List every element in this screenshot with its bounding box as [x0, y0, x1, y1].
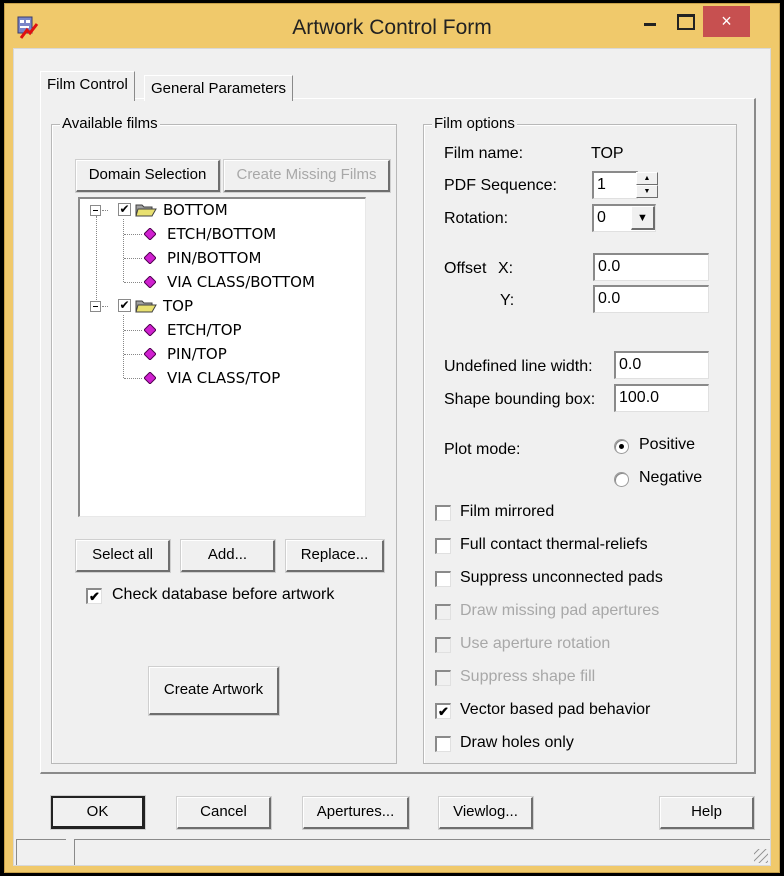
film-layer-icon — [144, 348, 156, 360]
full-contact-thermal-reliefs-label: Full contact thermal-reliefs — [460, 536, 648, 553]
tree-leaf[interactable]: VIA CLASS/TOP — [80, 367, 360, 389]
plot-mode-positive-label: Positive — [639, 436, 696, 453]
tree-checkbox-bottom[interactable]: ✔ — [118, 203, 131, 216]
check-database-label: Check database before artwork — [112, 586, 335, 603]
minimize-button[interactable] — [631, 4, 671, 36]
collapse-icon[interactable] — [90, 301, 101, 312]
tree-label: BOTTOM — [163, 201, 228, 219]
status-pane-main — [74, 839, 770, 865]
tree-label: PIN/TOP — [167, 345, 227, 363]
film-layer-icon — [144, 228, 156, 240]
offset-label: Offset — [444, 260, 487, 277]
status-bar — [14, 837, 770, 865]
tree-label: PIN/BOTTOM — [167, 249, 262, 267]
plot-mode-positive-radio[interactable] — [614, 439, 629, 454]
film-tree[interactable]: ✔ BOTTOM ETCH/BOTTOM PIN/BOTTOM VIA CLAS… — [78, 197, 366, 517]
film-control-panel: Available films Domain Selection Create … — [40, 98, 756, 774]
full-contact-thermal-reliefs-checkbox[interactable] — [435, 538, 451, 554]
tree-label: TOP — [163, 297, 194, 315]
tree-node-bottom[interactable]: ✔ BOTTOM — [80, 199, 360, 221]
open-folder-icon — [135, 204, 157, 217]
tree-leaf[interactable]: ETCH/TOP — [80, 319, 360, 341]
film-layer-icon — [144, 276, 156, 288]
film-layer-icon — [144, 372, 156, 384]
artwork-control-window: Artwork Control Form × Film Control Gene… — [4, 3, 780, 873]
close-icon: × — [721, 11, 732, 31]
tree-label: VIA CLASS/BOTTOM — [167, 273, 315, 291]
ok-button[interactable]: OK — [51, 796, 145, 829]
close-button[interactable]: × — [703, 6, 750, 37]
undefined-line-width-label: Undefined line width: — [444, 358, 593, 375]
tree-label: ETCH/TOP — [167, 321, 242, 339]
film-options-label: Film options — [432, 115, 517, 132]
pdf-sequence-input[interactable]: 1 — [592, 171, 638, 199]
dialog-client-area: Film Control General Parameters Availabl… — [13, 48, 771, 866]
shape-bounding-box-label: Shape bounding box: — [444, 391, 596, 408]
tree-checkbox-top[interactable]: ✔ — [118, 299, 131, 312]
film-options-group: Film options Film name: TOP PDF Sequence… — [423, 115, 737, 764]
vector-based-pad-behavior-label: Vector based pad behavior — [460, 701, 651, 718]
create-artwork-button[interactable]: Create Artwork — [149, 667, 279, 715]
film-mirrored-checkbox[interactable] — [435, 505, 451, 521]
offset-y-input[interactable]: 0.0 — [593, 285, 709, 313]
tab-general-parameters[interactable]: General Parameters — [144, 75, 294, 101]
status-pane-left — [16, 839, 66, 865]
film-layer-icon — [144, 324, 156, 336]
open-folder-icon — [135, 300, 157, 313]
plot-mode-negative-label: Negative — [639, 469, 703, 486]
draw-missing-pad-apertures-label: Draw missing pad apertures — [460, 602, 660, 619]
tree-node-top[interactable]: ✔ TOP — [80, 295, 360, 317]
tree-leaf[interactable]: ETCH/BOTTOM — [80, 223, 360, 245]
available-films-label: Available films — [60, 115, 160, 132]
replace-button[interactable]: Replace... — [286, 540, 384, 572]
suppress-shape-fill-checkbox — [435, 670, 451, 686]
suppress-unconnected-pads-label: Suppress unconnected pads — [460, 569, 663, 586]
create-missing-films-button: Create Missing Films — [224, 160, 390, 192]
offset-x-label: X: — [498, 260, 514, 277]
domain-selection-button[interactable]: Domain Selection — [76, 160, 220, 192]
add-button[interactable]: Add... — [181, 540, 275, 572]
tree-leaf[interactable]: PIN/BOTTOM — [80, 247, 360, 269]
offset-y-label: Y: — [500, 292, 515, 309]
viewlog-button[interactable]: Viewlog... — [439, 797, 533, 829]
available-films-group: Available films Domain Selection Create … — [51, 115, 397, 764]
spin-up-icon[interactable]: ▲ — [636, 172, 658, 185]
film-name-value: TOP — [591, 145, 624, 162]
maximize-button[interactable] — [671, 4, 703, 36]
spin-down-icon[interactable]: ▼ — [636, 185, 658, 198]
rotation-label: Rotation: — [444, 210, 509, 227]
film-layer-icon — [144, 252, 156, 264]
draw-holes-only-label: Draw holes only — [460, 734, 574, 751]
plot-mode-label: Plot mode: — [444, 441, 521, 458]
apertures-button[interactable]: Apertures... — [303, 797, 409, 829]
draw-missing-pad-apertures-checkbox — [435, 604, 451, 620]
title-bar[interactable]: Artwork Control Form × — [5, 4, 779, 48]
check-database-checkbox[interactable]: ✔ — [86, 588, 102, 604]
undefined-line-width-input[interactable]: 0.0 — [614, 351, 709, 379]
suppress-unconnected-pads-checkbox[interactable] — [435, 571, 451, 587]
select-all-button[interactable]: Select all — [76, 540, 170, 572]
shape-bounding-box-input[interactable]: 100.0 — [614, 384, 709, 412]
use-aperture-rotation-label: Use aperture rotation — [460, 635, 611, 652]
use-aperture-rotation-checkbox — [435, 637, 451, 653]
tree-label: VIA CLASS/TOP — [167, 369, 281, 387]
plot-mode-negative-radio[interactable] — [614, 472, 629, 487]
offset-x-input[interactable]: 0.0 — [593, 253, 709, 281]
tab-film-control[interactable]: Film Control — [40, 71, 135, 101]
pdf-sequence-label: PDF Sequence: — [444, 177, 557, 194]
film-name-label: Film name: — [444, 145, 524, 162]
collapse-icon[interactable] — [90, 205, 101, 216]
suppress-shape-fill-label: Suppress shape fill — [460, 668, 596, 685]
draw-holes-only-checkbox[interactable] — [435, 736, 451, 752]
help-button[interactable]: Help — [660, 797, 754, 829]
cancel-button[interactable]: Cancel — [177, 797, 271, 829]
tree-leaf[interactable]: PIN/TOP — [80, 343, 360, 365]
tree-label: ETCH/BOTTOM — [167, 225, 277, 243]
film-mirrored-label: Film mirrored — [460, 503, 555, 520]
vector-based-pad-behavior-checkbox[interactable]: ✔ — [435, 703, 451, 719]
tree-leaf[interactable]: VIA CLASS/BOTTOM — [80, 271, 360, 293]
chevron-down-icon[interactable]: ▼ — [631, 206, 655, 230]
resize-grip-icon[interactable] — [754, 849, 768, 863]
